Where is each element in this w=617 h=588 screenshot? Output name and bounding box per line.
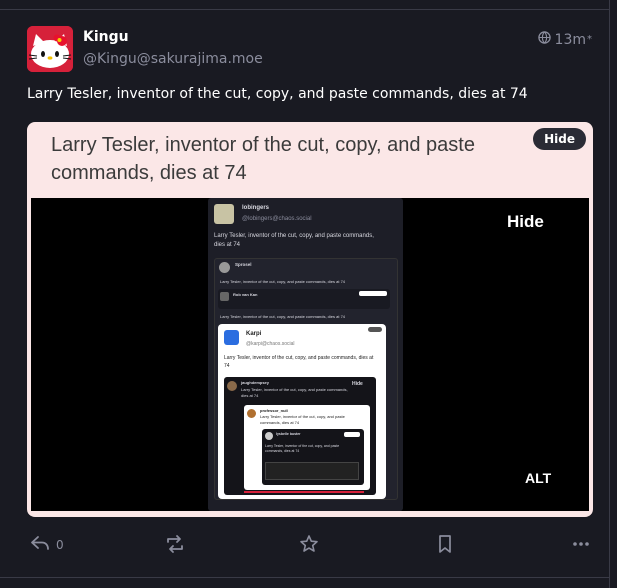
- star-icon: [299, 534, 319, 557]
- more-icon: [571, 534, 591, 557]
- post-text: Larry Tesler, inventor of the cut, copy,…: [27, 86, 528, 102]
- bottom-divider: [0, 577, 610, 578]
- nested-author-name: jaughdempsey: [241, 380, 270, 385]
- nested-author-name: professor_null: [260, 408, 288, 413]
- nested-text: Larry Tesler, inventor of the cut, copy,…: [224, 355, 374, 369]
- globe-icon: [537, 31, 551, 48]
- nested-avatar: [224, 330, 239, 345]
- nested-author-name: Karpi: [246, 331, 262, 337]
- nested-post-1: lobingers @lobingers@chaos.social Larry …: [208, 198, 403, 511]
- nested-author-name: lysbelle buster: [276, 432, 301, 436]
- reply-count: 0: [56, 537, 64, 552]
- author-avatar[interactable]: [27, 26, 73, 72]
- avatar-image: [27, 26, 73, 72]
- alt-badge[interactable]: ALT: [525, 470, 551, 486]
- bookmark-icon: [436, 534, 454, 557]
- nested-post-7: lysbelle buster Larry Tesler, inventor o…: [262, 429, 364, 485]
- embedded-screenshot: lobingers @lobingers@chaos.social Larry …: [31, 198, 589, 511]
- nested-text: Larry Tesler, inventor of the cut, copy,…: [260, 414, 345, 425]
- nested-author-name: Rob van Kan: [233, 292, 258, 297]
- reply-button[interactable]: 0: [30, 534, 64, 555]
- nested-text: Larry Tesler, inventor of the cut, copy,…: [220, 314, 346, 319]
- nested-author-name: lobingers: [242, 205, 270, 211]
- nested-hide-pill: [368, 327, 382, 332]
- media-header: Larry Tesler, inventor of the cut, copy,…: [27, 122, 593, 198]
- boost-icon: [164, 534, 186, 557]
- nested-author-handle: @lobingers@chaos.social: [242, 216, 312, 222]
- author-handle[interactable]: @Kingu@sakurajima.moe: [83, 51, 263, 67]
- screenshot-hide-label: Hide: [507, 212, 544, 231]
- hide-media-button[interactable]: Hide: [533, 128, 586, 150]
- bookmark-button[interactable]: [436, 534, 454, 557]
- nested-avatar: [247, 409, 256, 418]
- boost-button[interactable]: [164, 534, 186, 557]
- media-attachment[interactable]: Larry Tesler, inventor of the cut, copy,…: [27, 122, 593, 517]
- nested-text: Larry Tesler, inventor of the cut, copy,…: [214, 233, 374, 248]
- nested-post-3: Rob van Kan: [218, 289, 390, 309]
- nested-progress: [244, 491, 364, 493]
- nested-avatar: [219, 262, 230, 273]
- nested-avatar: [220, 292, 229, 301]
- nested-avatar: [265, 432, 273, 440]
- nested-author-name: Sprosel: [235, 262, 252, 267]
- nested-text: Larry Tesler, inventor of the cut, copy,…: [220, 279, 346, 284]
- post-meta[interactable]: 13m *: [537, 31, 592, 48]
- nested-avatar: [227, 381, 237, 391]
- media-border-bottom: [27, 511, 593, 517]
- more-button[interactable]: [571, 534, 591, 557]
- nested-quote: [265, 462, 359, 480]
- column-border: [609, 0, 610, 588]
- nested-author-handle: @karpi@chaos.social: [246, 341, 295, 347]
- favourite-button[interactable]: [299, 534, 319, 557]
- post-timestamp[interactable]: 13m: [555, 32, 586, 48]
- edited-indicator: *: [587, 34, 592, 45]
- nested-text: Larry Tesler, inventor of the cut, copy,…: [241, 387, 348, 398]
- nested-text: Larry Tesler, inventor of the cut, copy,…: [265, 444, 340, 453]
- reply-icon: [30, 534, 50, 555]
- author-name[interactable]: Kingu: [83, 29, 129, 45]
- nested-post-6: professor_null Larry Tesler, inventor of…: [244, 405, 370, 490]
- nested-post-5: jaughdempsey Larry Tesler, inventor of t…: [224, 377, 376, 495]
- nested-badge: [359, 291, 387, 296]
- nested-post-4: Karpi @karpi@chaos.social Larry Tesler, …: [218, 324, 386, 499]
- nested-avatar: [214, 204, 234, 224]
- top-divider: [0, 9, 610, 10]
- nested-hide-label: Hide: [352, 381, 363, 387]
- media-title: Larry Tesler, inventor of the cut, copy,…: [51, 134, 475, 184]
- nested-post-2: Sprosel Larry Tesler, inventor of the cu…: [214, 258, 398, 500]
- nested-badge: [344, 432, 360, 437]
- post-action-bar: 0: [0, 530, 610, 560]
- media-border-right: [589, 198, 593, 517]
